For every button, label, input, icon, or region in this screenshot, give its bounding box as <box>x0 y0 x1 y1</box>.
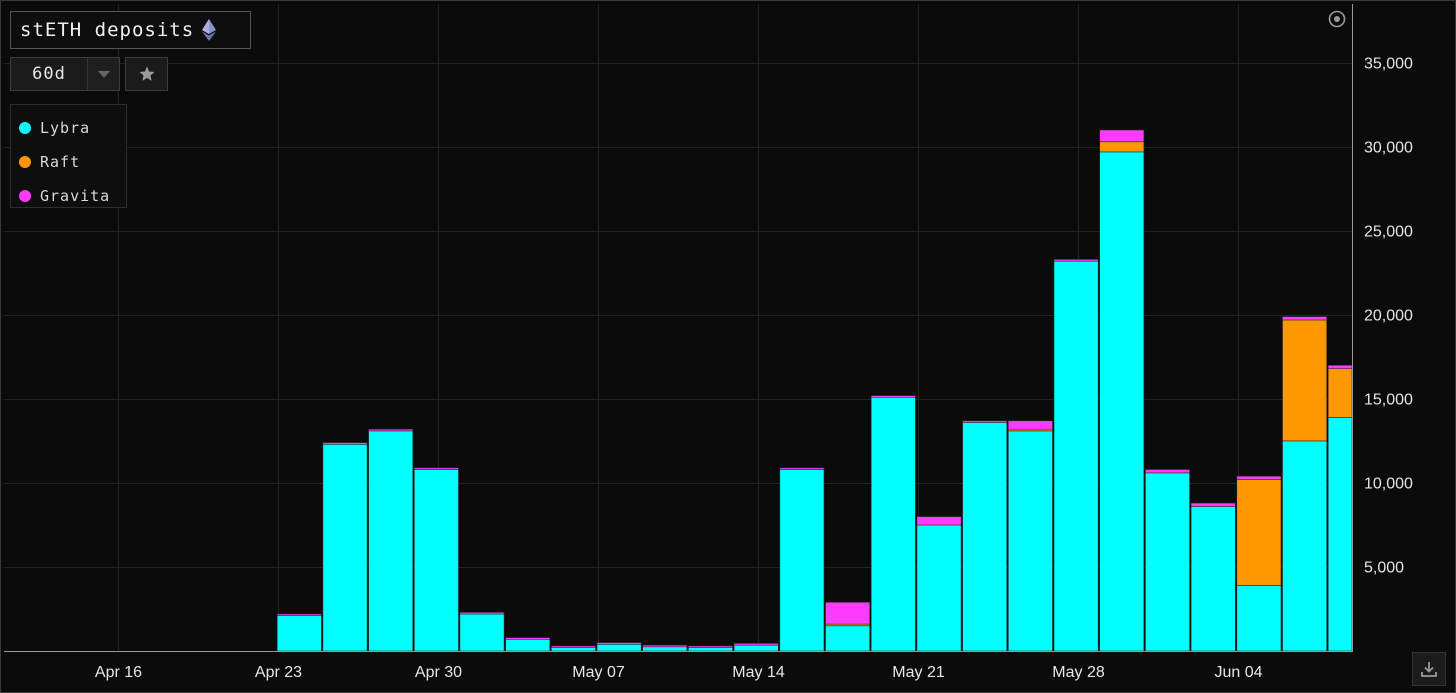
bar-lybra-2023-05-03 <box>505 638 551 652</box>
chart-canvas: Apr 16 Apr 23 Apr 30 May 07 May 14 May 21 May … <box>4 4 1413 681</box>
bar-raft-2023-06-08 <box>1327 368 1353 418</box>
bar-gravita-2023-05-21 <box>916 516 962 526</box>
download-icon <box>1421 662 1437 677</box>
legend-label-lybra: Lybra <box>40 119 91 137</box>
bar-gravita-2023-04-25 <box>322 442 368 445</box>
bar-lybra-2023-06-08 <box>1327 417 1353 652</box>
bar-gravita-2023-05-13 <box>733 643 779 646</box>
bar-raft-2023-06-04 <box>1236 479 1282 586</box>
bar-gravita-2023-05-11 <box>688 645 733 649</box>
chart-title: stETH deposits <box>20 19 195 41</box>
x-tick-label-0: Apr 16 <box>95 664 142 681</box>
bar-lybra-2023-05-01 <box>459 613 505 652</box>
bar-gravita-2023-05-09 <box>642 644 688 648</box>
y-tick-label-2: 15,000 <box>1364 392 1413 409</box>
bar-gravita-2023-05-15 <box>779 467 825 470</box>
y-tick-label-4: 25,000 <box>1364 224 1413 241</box>
bar-gravita-2023-04-29 <box>413 467 459 470</box>
y-tick-label-5: 30,000 <box>1364 140 1413 157</box>
bar-lybra-2023-06-04 <box>1236 585 1282 652</box>
bar-gravita-2023-06-04 <box>1236 475 1282 480</box>
bar-raft-2023-05-29 <box>1099 141 1145 153</box>
legend-item-raft[interactable]: Raft <box>11 145 126 179</box>
bar-lybra-2023-05-27 <box>1053 260 1099 652</box>
ethereum-icon <box>202 19 217 41</box>
bar-gravita-2023-05-25 <box>1007 420 1053 430</box>
legend-label-raft: Raft <box>40 153 81 171</box>
bar-lybra-2023-05-19 <box>870 396 916 652</box>
bar-gravita-2023-06-06 <box>1282 316 1328 321</box>
chart-legend: Lybra Raft Gravita <box>10 104 127 208</box>
bar-lybra-2023-04-23 <box>276 615 322 652</box>
x-tick-label-2: Apr 30 <box>415 664 462 681</box>
favorite-button[interactable] <box>125 57 168 91</box>
legend-item-lybra[interactable]: Lybra <box>11 111 126 145</box>
bar-gravita-2023-05-29 <box>1099 129 1145 143</box>
y-tick-label-6: 35,000 <box>1364 56 1413 73</box>
bar-lybra-2023-06-02 <box>1190 506 1236 652</box>
legend-dot-raft <box>19 156 31 168</box>
bar-lybra-2023-05-13 <box>733 644 779 652</box>
bar-gravita-2023-05-31 <box>1145 469 1190 474</box>
bar-gravita-2023-05-19 <box>870 395 916 398</box>
x-tick-label-1: Apr 23 <box>255 664 302 681</box>
legend-dot-lybra <box>19 122 31 134</box>
bar-gravita-2023-05-03 <box>505 637 551 640</box>
x-tick-label-6: May 28 <box>1052 664 1105 681</box>
bar-gravita-2023-05-17 <box>825 601 871 625</box>
legend-dot-gravita <box>19 190 31 202</box>
chart-title-box[interactable]: stETH deposits <box>10 11 251 49</box>
x-tick-label-7: Jun 04 <box>1214 664 1262 681</box>
star-icon <box>139 66 154 81</box>
bar-lybra-2023-04-25 <box>322 443 368 652</box>
bar-gravita-2023-06-02 <box>1190 502 1236 507</box>
target-icon[interactable] <box>1328 10 1346 28</box>
bar-gravita-2023-04-27 <box>368 428 414 432</box>
bar-lybra-2023-05-15 <box>779 469 825 652</box>
range-select[interactable]: 60d <box>10 57 120 91</box>
bar-lybra-2023-05-17 <box>825 625 871 652</box>
bar-lybra-2023-05-07 <box>596 643 642 652</box>
bar-gravita-2023-05-07 <box>596 642 642 645</box>
bar-lybra-2023-06-06 <box>1282 440 1328 652</box>
y-tick-label-3: 20,000 <box>1364 308 1413 325</box>
bar-lybra-2023-05-31 <box>1145 472 1190 652</box>
range-dropdown-button[interactable] <box>88 58 119 90</box>
legend-item-gravita[interactable]: Gravita <box>11 179 126 213</box>
bar-gravita-2023-04-23 <box>276 613 322 617</box>
range-value: 60d <box>11 58 88 90</box>
bar-lybra-2023-05-05 <box>550 647 596 652</box>
bar-lybra-2023-05-11 <box>688 647 733 652</box>
bar-lybra-2023-05-21 <box>916 524 962 652</box>
bar-lybra-2023-04-27 <box>368 430 414 652</box>
caret-down-icon <box>97 70 110 78</box>
y-tick-label-1: 10,000 <box>1364 476 1413 493</box>
bar-gravita-2023-05-23 <box>962 420 1008 423</box>
bar-raft-2023-06-06 <box>1282 319 1328 442</box>
bar-lybra-2023-04-29 <box>413 469 459 652</box>
bar-lybra-2023-05-29 <box>1099 151 1145 652</box>
x-tick-label-4: May 14 <box>732 664 785 681</box>
bar-gravita-2023-05-01 <box>459 611 505 615</box>
bar-lybra-2023-05-23 <box>962 422 1008 652</box>
bar-gravita-2023-06-08 <box>1327 364 1353 369</box>
bar-gravita-2023-05-27 <box>1053 259 1099 262</box>
bar-lybra-2023-05-09 <box>642 646 688 652</box>
legend-label-gravita: Gravita <box>40 187 111 205</box>
x-tick-label-5: May 21 <box>892 664 945 681</box>
x-tick-label-3: May 07 <box>572 664 625 681</box>
bar-lybra-2023-05-25 <box>1007 430 1053 652</box>
bar-gravita-2023-05-05 <box>550 645 596 649</box>
y-tick-label-0: 5,000 <box>1364 560 1404 577</box>
download-button[interactable] <box>1412 652 1446 686</box>
